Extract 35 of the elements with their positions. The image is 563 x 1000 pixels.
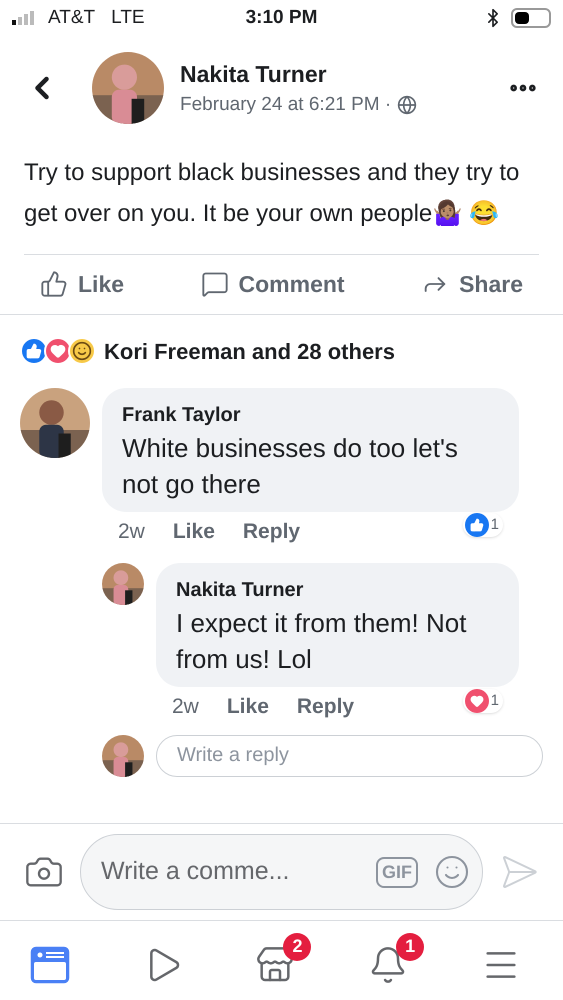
emoji-icon[interactable]: [434, 854, 470, 890]
comment-author[interactable]: Nakita Turner: [176, 575, 499, 605]
comment-time: 2w: [172, 694, 199, 720]
notification-badge: 1: [396, 932, 424, 960]
post-text: Try to support black businesses and they try to get over on you. It be your own people🤷🏽‍♀ 😂: [23, 158, 520, 229]
like-action-button[interactable]: Like: [40, 267, 124, 302]
globe-icon: [397, 95, 418, 116]
news-feed-icon: [30, 944, 70, 984]
notification-badge: 2: [283, 932, 312, 960]
reply-link[interactable]: Reply: [242, 516, 300, 547]
comment-text: I expect it from them! Not from us! Lol: [176, 607, 468, 676]
marketplace-tab[interactable]: 2: [251, 932, 312, 988]
thumbs-up-icon: [40, 270, 68, 298]
like-link[interactable]: Like: [172, 516, 215, 547]
reaction-count: 1: [490, 515, 500, 535]
comment-placeholder: Write a comme...: [101, 856, 290, 888]
comment-action-button[interactable]: Comment: [200, 267, 345, 302]
comment-icon: [200, 270, 229, 298]
reaction-count: 1: [490, 690, 500, 710]
author-name[interactable]: Nakita Turner: [180, 56, 507, 91]
comment-time: 2w: [118, 518, 145, 544]
carrier-name: AT&T: [48, 6, 96, 30]
comment-author[interactable]: Frank Taylor: [122, 400, 499, 430]
comment-field[interactable]: Write a comme... GIF: [80, 834, 483, 910]
clock: 3:10 PM: [246, 6, 318, 30]
share-action-button[interactable]: Share: [421, 267, 523, 302]
reaction-summary[interactable]: Kori Freeman and 28 others: [104, 334, 395, 368]
like-link[interactable]: Like: [226, 691, 269, 722]
network-type: LTE: [111, 6, 145, 30]
reply-field[interactable]: Write a reply: [156, 734, 543, 776]
post-timestamp: February 24 at 6:21 PM ·: [180, 93, 392, 117]
battery-icon: [511, 8, 551, 28]
notifications-tab[interactable]: 1: [364, 932, 424, 988]
comment-text: White businesses do too let's not go there: [122, 432, 459, 500]
reply-link[interactable]: Reply: [296, 691, 354, 722]
